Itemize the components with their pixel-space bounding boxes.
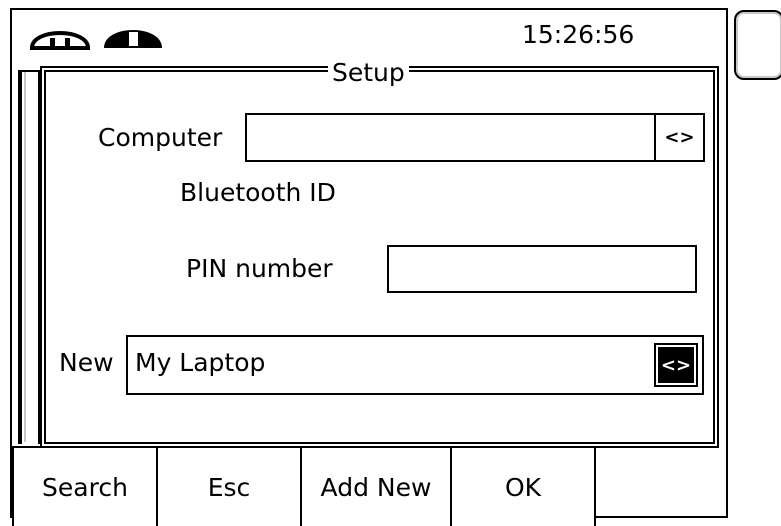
dialog-title: Setup <box>328 58 409 87</box>
computer-select[interactable] <box>245 113 705 162</box>
socket-outline-icon <box>29 31 91 50</box>
new-spin-button[interactable]: <> <box>654 343 698 387</box>
computer-spin-button[interactable]: <> <box>654 115 703 160</box>
left-rail <box>18 70 40 444</box>
search-button[interactable]: Search <box>12 446 158 526</box>
add-new-button[interactable]: Add New <box>300 446 452 526</box>
new-label: New <box>59 348 114 377</box>
socket-filled-icon <box>104 30 162 48</box>
left-rail-inner <box>24 72 26 442</box>
esc-button[interactable]: Esc <box>156 446 302 526</box>
clock: 15:26:56 <box>522 20 635 49</box>
computer-label: Computer <box>98 123 223 152</box>
bluetooth-id-label: Bluetooth ID <box>180 178 336 207</box>
ok-button[interactable]: OK <box>450 446 596 526</box>
pin-number-label: PIN number <box>186 254 333 283</box>
new-name-value: My Laptop <box>135 348 266 377</box>
corner-indicator <box>734 10 781 80</box>
pin-number-field[interactable] <box>387 245 697 293</box>
